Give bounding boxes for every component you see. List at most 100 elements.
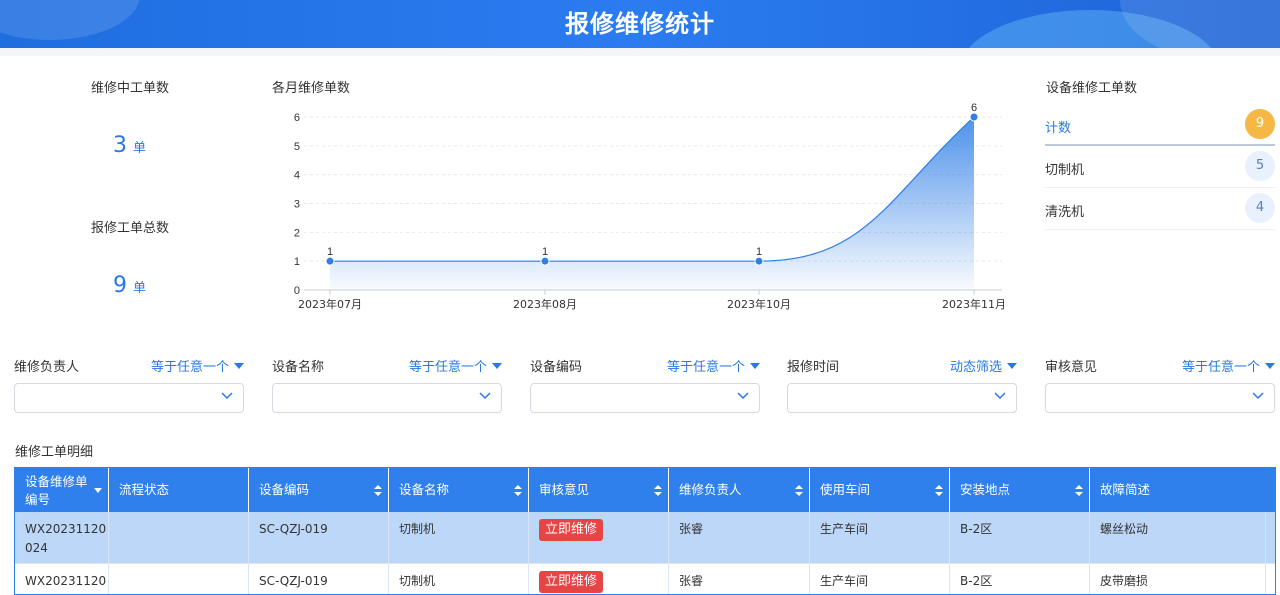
column-header-text: 设备编码 xyxy=(259,482,310,497)
column-header-device-code[interactable]: 设备编码 xyxy=(249,468,389,512)
data-point xyxy=(754,256,764,266)
repair-now-badge[interactable]: 立即维修 xyxy=(539,519,604,541)
sort-icon[interactable] xyxy=(1075,485,1083,496)
data-label: 1 xyxy=(542,246,548,258)
filter-mode-text: 动态筛选 xyxy=(949,360,1002,375)
repair-now-badge[interactable]: 立即维修 xyxy=(539,571,604,593)
chevron-down-icon xyxy=(221,392,233,400)
cell-review: 立即维修 xyxy=(529,564,669,594)
column-header-device-name[interactable]: 设备名称 xyxy=(389,468,529,512)
table-row[interactable]: WX20231120 SC-QZJ-019 切制机 立即维修 张睿 生产车间 B… xyxy=(15,564,1275,594)
filter-mode-text: 等于任意一个 xyxy=(666,360,745,375)
caret-down-icon xyxy=(1265,363,1275,369)
data-point xyxy=(540,256,550,266)
kpi-unit: 单 xyxy=(133,281,147,296)
filter-select-report-time[interactable] xyxy=(787,383,1017,413)
chevron-down-icon xyxy=(479,392,491,400)
y-tick-label: 5 xyxy=(294,141,300,153)
cell-workshop: 生产车间 xyxy=(810,512,950,563)
cell-device-name: 切制机 xyxy=(389,512,529,563)
rank-label: 计数 xyxy=(1045,121,1072,136)
sort-icon[interactable] xyxy=(374,485,382,496)
rank-count-badge: 9 xyxy=(1245,109,1275,139)
sort-icon[interactable] xyxy=(935,485,943,496)
column-header-status[interactable]: 流程状态 xyxy=(109,468,249,512)
column-header-text: 安装地点 xyxy=(960,482,1011,497)
x-tick-label: 2023年11月 xyxy=(942,297,1006,311)
rank-row-total[interactable]: 计数 9 xyxy=(1045,104,1275,146)
cell-text: 024 xyxy=(25,541,48,555)
data-label: 1 xyxy=(327,246,333,258)
column-header-text: 流程状态 xyxy=(119,482,170,497)
sort-desc-icon[interactable] xyxy=(94,488,102,493)
y-tick-label: 4 xyxy=(294,170,300,182)
cell-review: 立即维修 xyxy=(529,512,669,563)
rank-label: 清洗机 xyxy=(1045,205,1085,220)
column-header-workshop[interactable]: 使用车间 xyxy=(810,468,950,512)
kpi-number: 9 xyxy=(113,273,127,298)
column-header-location[interactable]: 安装地点 xyxy=(950,468,1090,512)
column-header-owner[interactable]: 维修负责人 xyxy=(669,468,810,512)
caret-down-icon xyxy=(750,363,760,369)
filter-mode-text: 等于任意一个 xyxy=(408,360,487,375)
filter-label: 审核意见 xyxy=(1045,360,1098,375)
monthly-repair-chart: 0 1 2 3 4 5 6 2023年07月 2023年08月 2023年10月 2023年11月 1… xyxy=(294,102,1006,311)
cell-location: B-2区 xyxy=(950,512,1090,563)
filter-mode-dropdown[interactable]: 等于任意一个 xyxy=(409,356,502,375)
cell-fault: 螺丝松动 xyxy=(1090,512,1266,563)
caret-down-icon xyxy=(234,363,244,369)
x-tick-label: 2023年08月 xyxy=(513,297,577,311)
rank-count-badge: 5 xyxy=(1245,151,1275,181)
y-tick-label: 1 xyxy=(294,256,300,268)
filter-select-review[interactable] xyxy=(1045,383,1275,413)
filter-mode-dropdown[interactable]: 等于任意一个 xyxy=(1182,356,1275,375)
page-header: 报修维修统计 xyxy=(0,0,1280,48)
y-tick-label: 3 xyxy=(294,199,300,211)
sort-icon[interactable] xyxy=(514,485,522,496)
chevron-down-icon xyxy=(737,392,749,400)
column-header-text: 故障简述 xyxy=(1100,482,1151,497)
filter-select-device-name[interactable] xyxy=(272,383,502,413)
filter-mode-text: 等于任意一个 xyxy=(1181,360,1260,375)
filter-select-device-code[interactable] xyxy=(530,383,760,413)
rank-row-washer[interactable]: 清洗机 4 xyxy=(1045,188,1275,230)
filter-select-owner[interactable] xyxy=(14,383,244,413)
rank-count-badge: 4 xyxy=(1245,193,1275,223)
column-header-order-id[interactable]: 设备维修单 编号 xyxy=(15,468,109,512)
filter-mode-dropdown[interactable]: 动态筛选 xyxy=(950,356,1017,375)
filter-label: 维修负责人 xyxy=(14,360,80,375)
rank-row-cutter[interactable]: 切制机 5 xyxy=(1045,146,1275,188)
filter-mode-text: 等于任意一个 xyxy=(150,360,229,375)
table-row[interactable]: WX20231120 024 SC-QZJ-019 切制机 立即维修 张睿 生产车… xyxy=(15,512,1275,564)
cell-device-code: SC-QZJ-019 xyxy=(249,512,389,563)
y-tick-label: 0 xyxy=(294,285,300,297)
kpi-label-total: 报修工单总数 xyxy=(91,221,170,236)
y-tick-label: 6 xyxy=(294,112,300,124)
cell-order-id: WX20231120 024 xyxy=(15,512,109,563)
chevron-down-icon xyxy=(1252,392,1264,400)
caret-down-icon xyxy=(492,363,502,369)
kpi-number: 3 xyxy=(113,133,127,158)
chart-title: 各月维修单数 xyxy=(272,81,351,96)
data-point xyxy=(969,112,979,122)
kpi-value-in-progress: 3单 xyxy=(113,133,146,158)
cell-workshop: 生产车间 xyxy=(810,564,950,594)
x-tick-label: 2023年07月 xyxy=(298,297,362,311)
column-header-fault[interactable]: 故障简述 xyxy=(1090,468,1266,512)
cell-status xyxy=(109,512,249,563)
cell-fault: 皮带磨损 xyxy=(1090,564,1266,594)
cell-location: B-2区 xyxy=(950,564,1090,594)
kpi-unit: 单 xyxy=(133,141,147,156)
column-header-review[interactable]: 审核意见 xyxy=(529,468,669,512)
filter-mode-dropdown[interactable]: 等于任意一个 xyxy=(151,356,244,375)
sort-icon[interactable] xyxy=(654,485,662,496)
sort-icon[interactable] xyxy=(795,485,803,496)
filter-label: 报修时间 xyxy=(787,360,840,375)
cell-owner: 张睿 xyxy=(669,564,810,594)
caret-down-icon xyxy=(1007,363,1017,369)
filter-mode-dropdown[interactable]: 等于任意一个 xyxy=(667,356,760,375)
filter-label: 设备编码 xyxy=(530,360,583,375)
column-header-text: 审核意见 xyxy=(539,482,590,497)
cell-text: WX20231120 xyxy=(25,574,107,588)
column-header-text: 设备维修单 xyxy=(25,474,88,489)
